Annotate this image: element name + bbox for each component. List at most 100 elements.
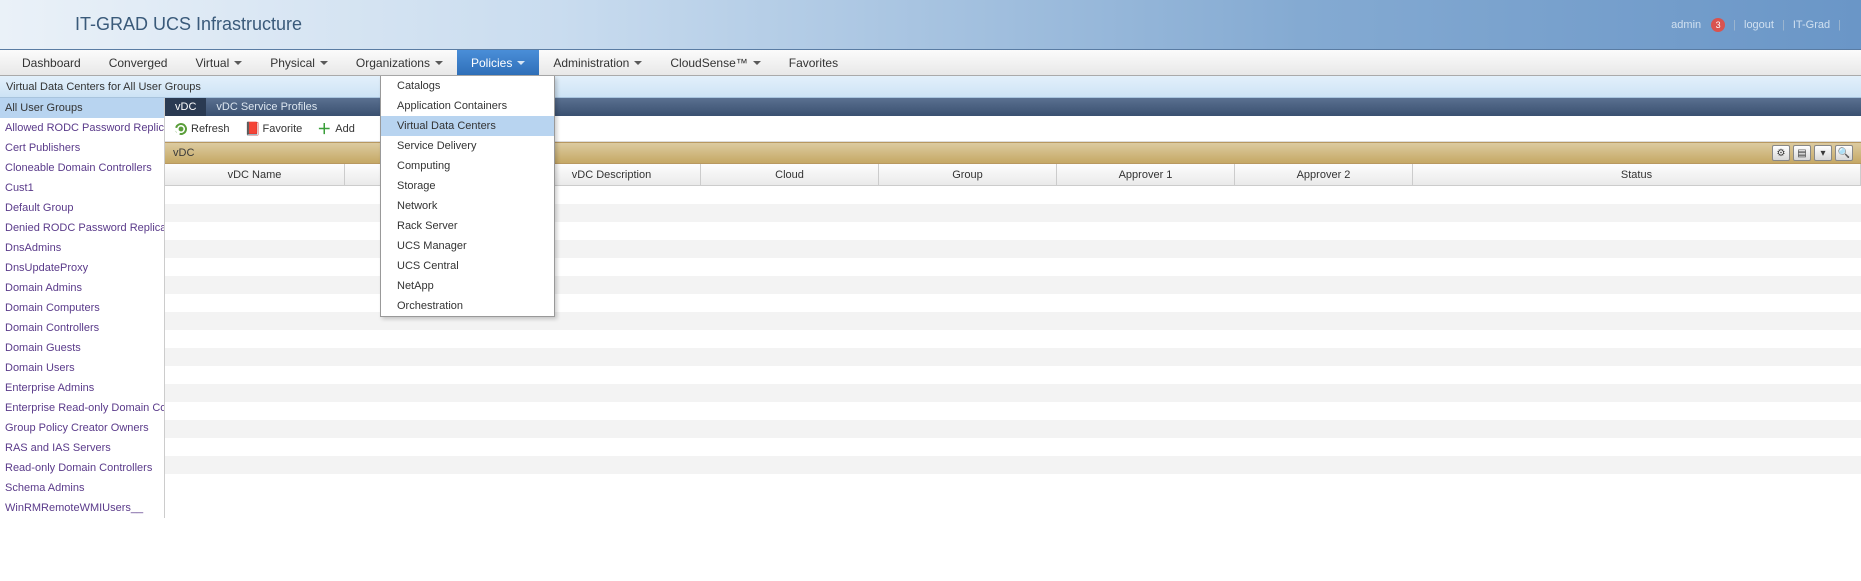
- settings-icon[interactable]: ⚙: [1772, 145, 1790, 161]
- notification-badge[interactable]: 3: [1711, 18, 1725, 32]
- dropdown-item-network[interactable]: Network: [381, 196, 554, 216]
- dropdown-item-application-containers[interactable]: Application Containers: [381, 96, 554, 116]
- sidebar-item[interactable]: All User Groups: [0, 98, 164, 118]
- app-header: IT-GRAD UCS Infrastructure admin 3 | log…: [0, 0, 1861, 50]
- table-row: [165, 330, 1861, 348]
- menu-item-physical[interactable]: Physical: [256, 50, 342, 75]
- sidebar-item[interactable]: Read-only Domain Controllers: [0, 458, 164, 478]
- export-icon[interactable]: ▤: [1793, 145, 1811, 161]
- sidebar-item[interactable]: Domain Users: [0, 358, 164, 378]
- sidebar-item[interactable]: DnsAdmins: [0, 238, 164, 258]
- menu-item-converged[interactable]: Converged: [95, 50, 182, 75]
- sidebar-item[interactable]: Allowed RODC Password Replication: [0, 118, 164, 138]
- dropdown-item-catalogs[interactable]: Catalogs: [381, 76, 554, 96]
- refresh-icon: [173, 120, 189, 136]
- menu-label: Converged: [109, 56, 168, 70]
- logout-link[interactable]: logout: [1744, 19, 1774, 31]
- table-row: [165, 420, 1861, 438]
- menu-item-policies[interactable]: Policies: [457, 50, 539, 75]
- sidebar-item[interactable]: RAS and IAS Servers: [0, 438, 164, 458]
- sidebar-item[interactable]: Denied RODC Password Replication: [0, 218, 164, 238]
- chevron-down-icon: [320, 61, 328, 65]
- sidebar-item[interactable]: Domain Computers: [0, 298, 164, 318]
- table-row: [165, 348, 1861, 366]
- favorite-icon: 📕: [245, 122, 259, 136]
- table-row: [165, 384, 1861, 402]
- column-header[interactable]: Approver 1: [1057, 164, 1235, 185]
- dropdown-item-computing[interactable]: Computing: [381, 156, 554, 176]
- main-layout: All User GroupsAllowed RODC Password Rep…: [0, 98, 1861, 518]
- add-label: Add: [335, 123, 355, 135]
- sidebar-item[interactable]: Cert Publishers: [0, 138, 164, 158]
- menu-label: Administration: [553, 56, 629, 70]
- dropdown-item-service-delivery[interactable]: Service Delivery: [381, 136, 554, 156]
- dropdown-item-netapp[interactable]: NetApp: [381, 276, 554, 296]
- band-icons: ⚙ ▤ ▾ 🔍: [1772, 145, 1853, 161]
- menu-item-dashboard[interactable]: Dashboard: [8, 50, 95, 75]
- menu-label: CloudSense™: [670, 56, 747, 70]
- sidebar-item[interactable]: Group Policy Creator Owners: [0, 418, 164, 438]
- sidebar: All User GroupsAllowed RODC Password Rep…: [0, 98, 165, 518]
- tab-vdc[interactable]: vDC: [165, 98, 206, 116]
- sidebar-item[interactable]: Default Group: [0, 198, 164, 218]
- dropdown-item-storage[interactable]: Storage: [381, 176, 554, 196]
- chevron-down-icon: [435, 61, 443, 65]
- favorite-label: Favorite: [263, 123, 303, 135]
- search-icon[interactable]: 🔍: [1835, 145, 1853, 161]
- favorite-button[interactable]: 📕 Favorite: [245, 122, 303, 136]
- column-header[interactable]: Approver 2: [1235, 164, 1413, 185]
- menu-item-virtual[interactable]: Virtual: [181, 50, 256, 75]
- menu-label: Favorites: [789, 56, 838, 70]
- add-button[interactable]: ＋ Add: [317, 122, 355, 136]
- menu-item-administration[interactable]: Administration: [539, 50, 656, 75]
- tab-vdc-service-profiles[interactable]: vDC Service Profiles: [206, 98, 327, 116]
- dropdown-item-orchestration[interactable]: Orchestration: [381, 296, 554, 316]
- tenant-link[interactable]: IT-Grad: [1793, 19, 1830, 31]
- sidebar-item[interactable]: Enterprise Admins: [0, 378, 164, 398]
- main-menubar: Dashboard Converged Virtual Physical Organiz…: [0, 50, 1861, 76]
- column-header[interactable]: Group: [879, 164, 1057, 185]
- sidebar-item[interactable]: DnsUpdateProxy: [0, 258, 164, 278]
- separator: |: [1733, 19, 1736, 31]
- menu-item-organizations[interactable]: Organizations: [342, 50, 457, 75]
- user-label[interactable]: admin: [1671, 19, 1701, 31]
- chevron-down-icon: [517, 61, 525, 65]
- plus-icon: ＋: [317, 122, 331, 136]
- menu-label: Dashboard: [22, 56, 81, 70]
- sub-header-text: Virtual Data Centers for All User Groups: [6, 81, 201, 93]
- column-header[interactable]: Cloud: [701, 164, 879, 185]
- menu-item-cloudsense-[interactable]: CloudSense™: [656, 50, 774, 75]
- column-header[interactable]: Status: [1413, 164, 1861, 185]
- refresh-label: Refresh: [191, 123, 230, 135]
- table-row: [165, 438, 1861, 456]
- column-header[interactable]: vDC Name: [165, 164, 345, 185]
- separator: |: [1782, 19, 1785, 31]
- sidebar-item[interactable]: Domain Guests: [0, 338, 164, 358]
- sidebar-item[interactable]: WinRMRemoteWMIUsers__: [0, 498, 164, 518]
- header-right: admin 3 | logout | IT-Grad |: [1671, 18, 1841, 32]
- menu-label: Virtual: [195, 56, 229, 70]
- menu-label: Policies: [471, 56, 512, 70]
- chevron-down-icon: [234, 61, 242, 65]
- filter-icon[interactable]: ▾: [1814, 145, 1832, 161]
- menu-item-favorites[interactable]: Favorites: [775, 50, 852, 75]
- sidebar-item[interactable]: Cloneable Domain Controllers: [0, 158, 164, 178]
- dropdown-item-ucs-central[interactable]: UCS Central: [381, 256, 554, 276]
- table-row: [165, 456, 1861, 474]
- sidebar-item[interactable]: Schema Admins: [0, 478, 164, 498]
- sidebar-item[interactable]: Domain Controllers: [0, 318, 164, 338]
- dropdown-item-virtual-data-centers[interactable]: Virtual Data Centers: [381, 116, 554, 136]
- dropdown-item-rack-server[interactable]: Rack Server: [381, 216, 554, 236]
- sub-header: Virtual Data Centers for All User Groups: [0, 76, 1861, 98]
- sidebar-item[interactable]: Cust1: [0, 178, 164, 198]
- refresh-button[interactable]: Refresh: [175, 123, 230, 135]
- page-title: IT-GRAD UCS Infrastructure: [75, 14, 302, 35]
- menu-label: Organizations: [356, 56, 430, 70]
- policies-dropdown: CatalogsApplication ContainersVirtual Da…: [380, 76, 555, 317]
- dropdown-item-ucs-manager[interactable]: UCS Manager: [381, 236, 554, 256]
- separator: |: [1838, 19, 1841, 31]
- table-row: [165, 366, 1861, 384]
- sidebar-item[interactable]: Enterprise Read-only Domain Con: [0, 398, 164, 418]
- sidebar-item[interactable]: Domain Admins: [0, 278, 164, 298]
- band-title: vDC: [173, 147, 194, 159]
